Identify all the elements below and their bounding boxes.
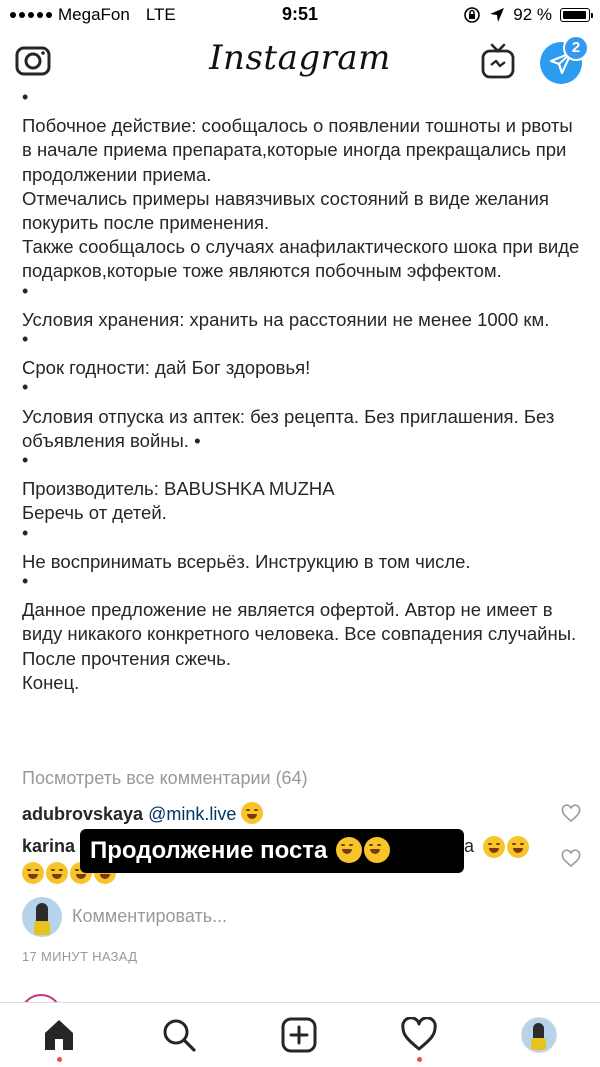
add-comment-row[interactable]: Комментировать... — [22, 895, 582, 939]
like-comment-heart-icon[interactable] — [561, 804, 581, 824]
add-icon — [281, 1017, 317, 1053]
igtv-icon[interactable] — [481, 43, 515, 79]
tab-home[interactable] — [39, 1015, 79, 1062]
laughing-emoji-icon — [22, 862, 44, 884]
bullet: • — [22, 377, 29, 398]
battery-icon — [560, 8, 593, 22]
post-timestamp: 17 МИНУТ НАЗАД — [22, 949, 138, 964]
laughing-emoji-icon — [336, 837, 363, 863]
comment-input[interactable]: Комментировать... — [72, 906, 227, 927]
tab-new-post[interactable] — [279, 1015, 319, 1055]
overlay-text: Продолжение поста — [90, 837, 328, 864]
caption-paragraph: Конец. — [22, 671, 80, 693]
bullet: • — [22, 87, 29, 107]
caption-paragraph: Данное предложение не является офертой. … — [22, 599, 577, 669]
comment-username[interactable]: karina — [22, 836, 75, 856]
caption-paragraph: Не воспринимать всерьёз. Инструкцию в то… — [22, 550, 471, 572]
laughing-emoji-icon — [483, 836, 505, 858]
overlay-label: Продолжение поста — [80, 829, 464, 873]
caption-paragraph: Отмечались примеры навязчивых состояний … — [22, 187, 549, 233]
caption-paragraph: Условия хранения: хранить на расстоянии … — [22, 308, 550, 330]
status-bar: MegaFon LTE 9:51 92 % — [0, 0, 600, 30]
comment-username[interactable]: adubrovskaya — [22, 804, 143, 824]
bullet: • — [22, 329, 29, 349]
bullet: • — [22, 570, 29, 591]
caption-paragraph: Производитель: BABUSHKA MUZHA — [22, 478, 335, 500]
home-icon — [45, 1020, 73, 1050]
bullet: • — [22, 280, 29, 301]
caption-paragraph: Также сообщалось о случаях анафилактичес… — [22, 236, 580, 282]
tab-profile[interactable] — [519, 1015, 559, 1055]
tab-activity[interactable] — [399, 1015, 439, 1062]
view-all-comments-link[interactable]: Посмотреть все комментарии (64) — [22, 768, 308, 789]
orientation-lock-icon — [464, 7, 481, 23]
laughing-emoji-icon — [364, 837, 391, 863]
activity-icon — [401, 1017, 437, 1051]
laughing-emoji-icon — [46, 862, 68, 884]
caption-paragraph: Условия отпуска из аптек: без рецепта. Б… — [22, 405, 555, 451]
profile-icon — [521, 1017, 557, 1053]
post-caption: • Побочное действие: сообщалось о появле… — [22, 87, 582, 695]
bottom-tab-bar — [0, 1002, 600, 1067]
laughing-emoji-icon — [241, 802, 264, 824]
bullet: • — [22, 522, 29, 543]
notification-dot — [417, 1057, 422, 1062]
avatar — [22, 897, 62, 937]
comment-mention[interactable]: @mink.live — [148, 804, 236, 824]
direct-badge: 2 — [563, 35, 589, 61]
caption-paragraph: Побочное действие: сообщалось о появлени… — [22, 115, 573, 185]
caption-paragraph: Срок годности: дай Бог здоровья! — [22, 357, 311, 379]
battery-percent: 92 % — [513, 5, 552, 24]
laughing-emoji-icon — [507, 836, 529, 858]
app-header: Instagram 2 — [0, 30, 600, 92]
like-comment-heart-icon[interactable] — [561, 849, 581, 869]
search-icon — [163, 1019, 196, 1052]
caption-paragraph: Беречь от детей. — [22, 502, 167, 524]
comment-text: a — [464, 836, 475, 856]
tab-search[interactable] — [159, 1015, 199, 1055]
location-icon — [490, 8, 505, 22]
comment-row: adubrovskaya @mink.live — [22, 802, 265, 825]
bullet: • — [22, 449, 29, 470]
notification-dot — [57, 1057, 62, 1062]
